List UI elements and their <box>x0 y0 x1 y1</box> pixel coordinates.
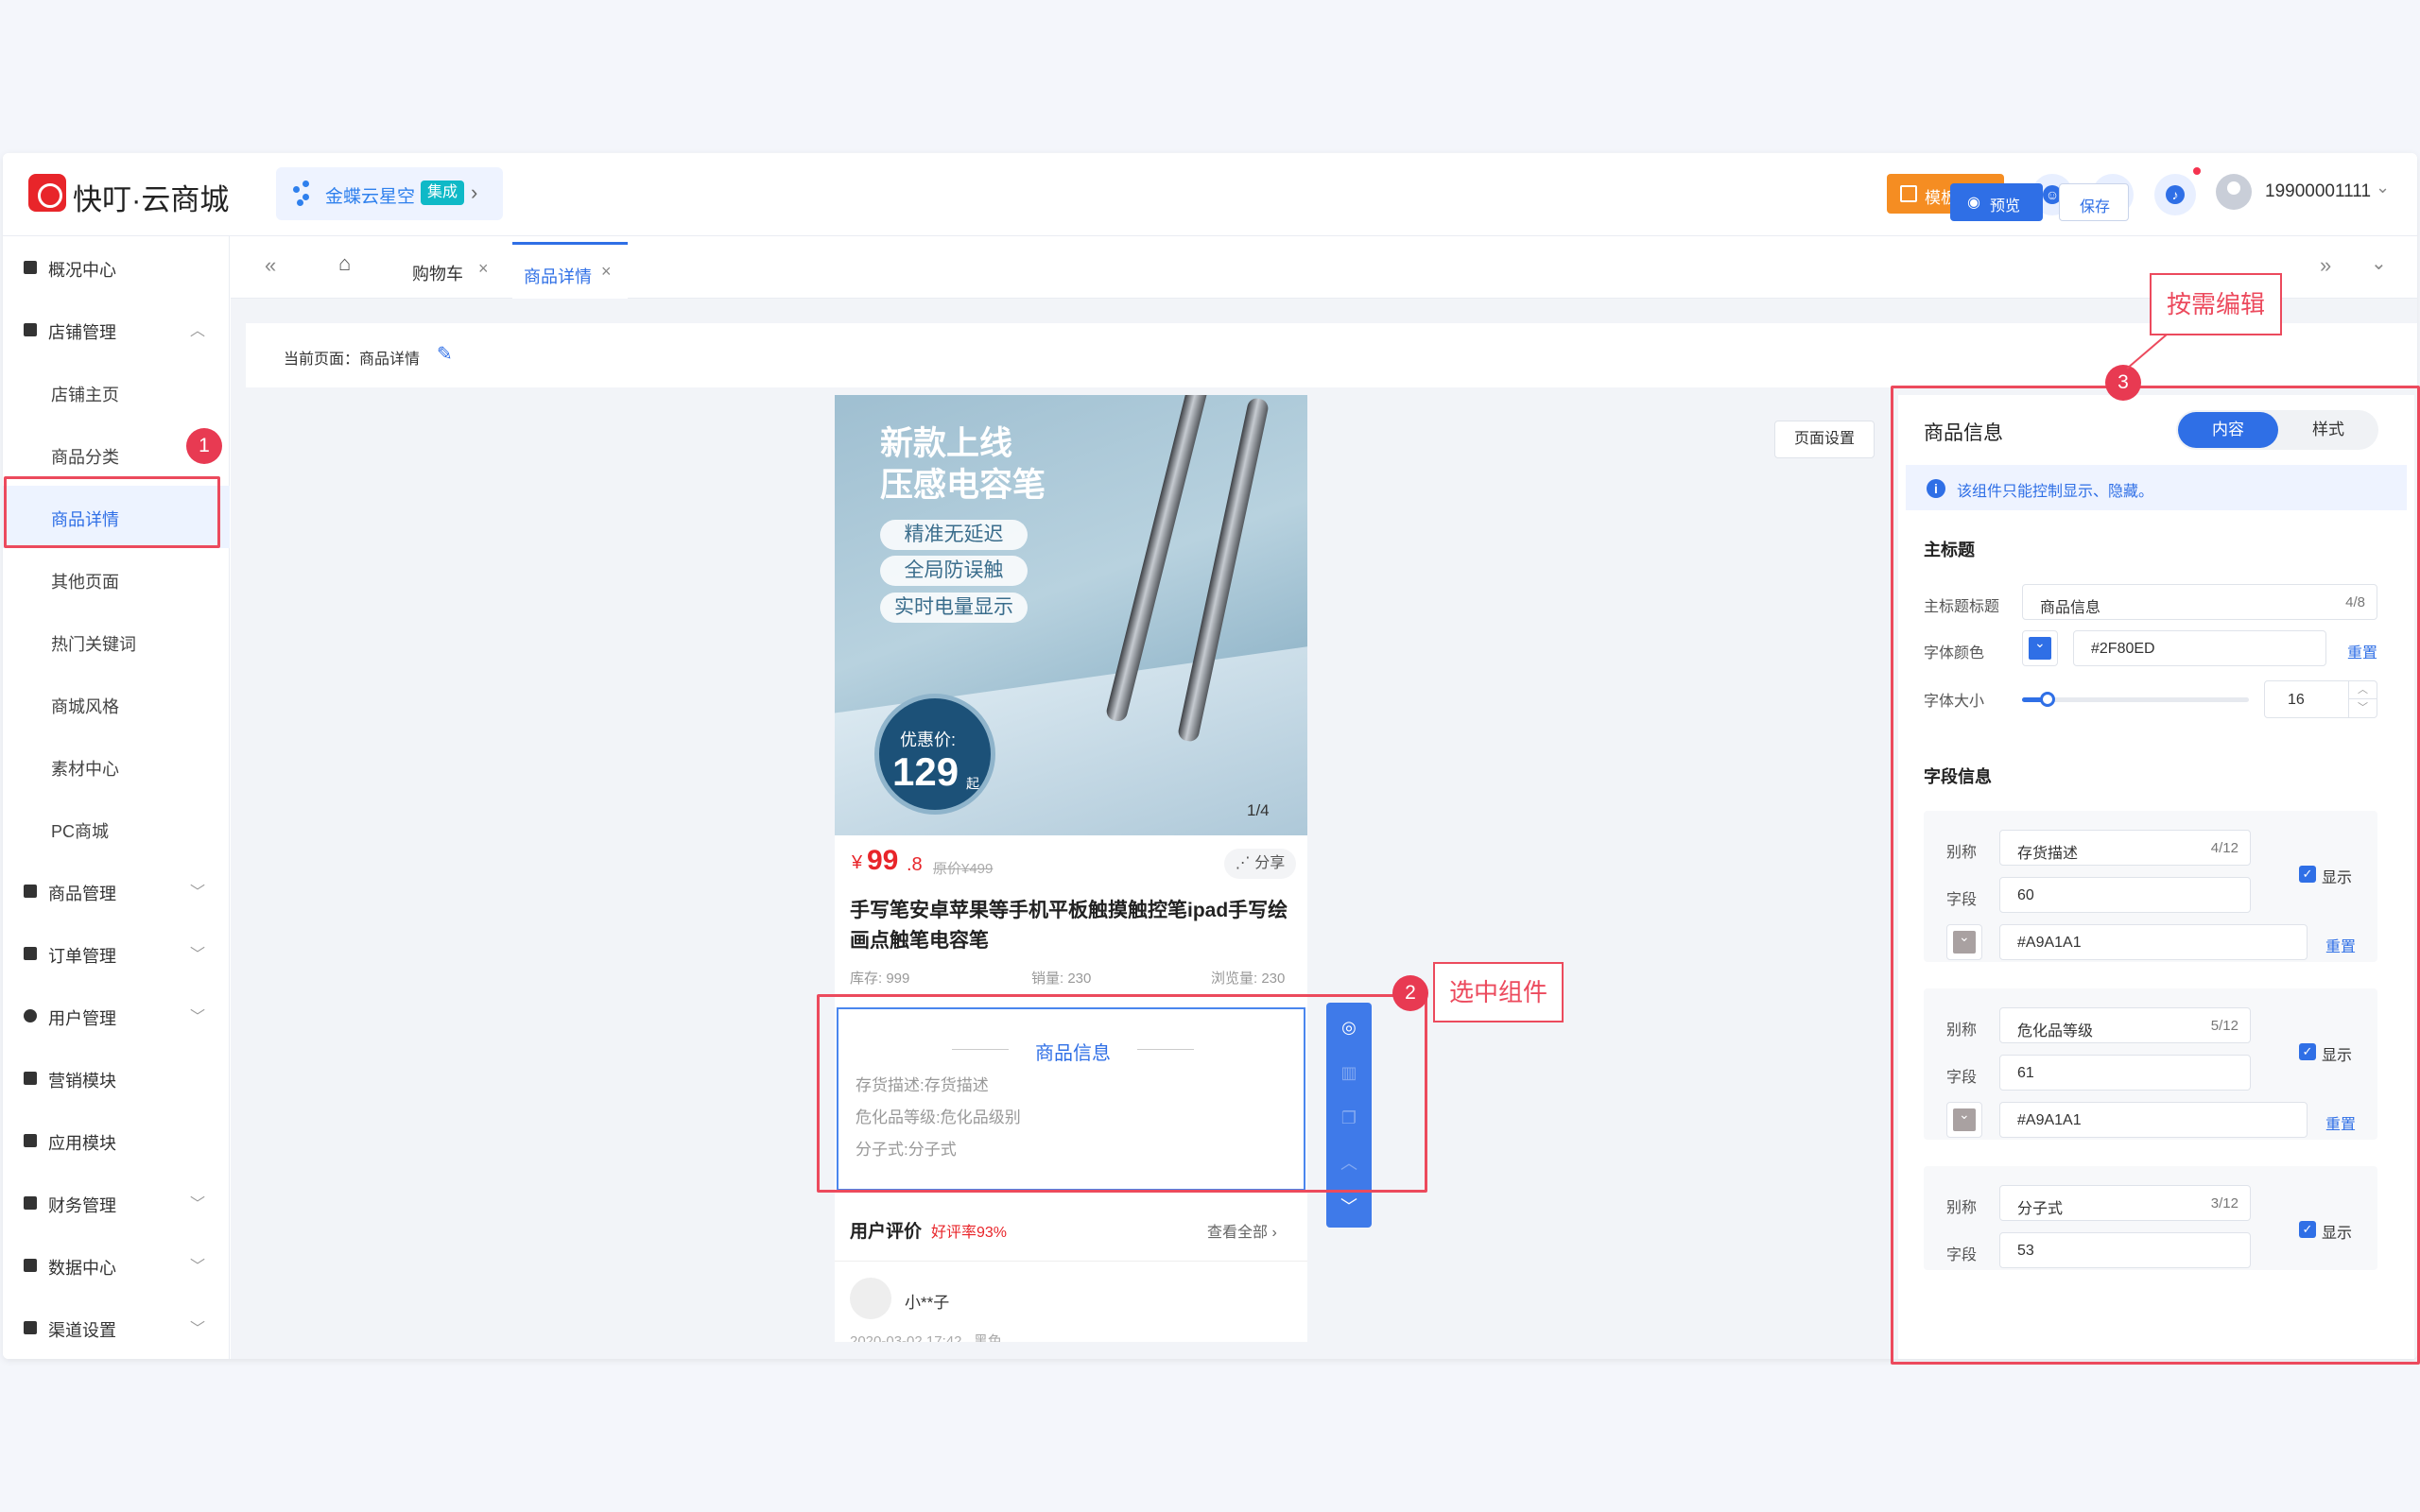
sidebar-sub-mall-style[interactable]: 商城风格 <box>3 673 230 735</box>
chevron-down-icon: ﹀ <box>190 1259 206 1275</box>
tab-bar: « ⌂ 购物车 × 商品详情 × » ⌄ <box>231 236 2417 299</box>
close-icon[interactable]: × <box>478 259 489 279</box>
avatar[interactable] <box>2216 174 2252 210</box>
positive-rate: 好评率93% <box>931 1225 1008 1241</box>
feature-pill: 实时电量显示 <box>880 593 1028 623</box>
highlight-box-settings <box>1891 386 2420 1365</box>
finance-icon <box>24 1196 37 1210</box>
sidebar-item-overview[interactable]: 概况中心 <box>3 236 230 299</box>
tab-cart[interactable]: 购物车 × <box>393 242 512 299</box>
user-name[interactable]: 19900001111 <box>2265 181 2371 202</box>
promo-price-badge: 优惠价: 129 起 <box>874 694 995 815</box>
briefcase-icon <box>24 885 37 898</box>
grid-icon <box>24 1134 37 1147</box>
preview-button[interactable]: ◉ 预览 <box>1950 183 2043 221</box>
highlight-box-product-detail <box>4 476 220 548</box>
brand-name: 快叮·云商城 <box>73 183 230 216</box>
tab-product-detail[interactable]: 商品详情 × <box>512 242 628 299</box>
feature-pill: 精准无延迟 <box>880 520 1028 550</box>
shop-icon <box>24 323 37 336</box>
sidebar-sub-material[interactable]: 素材中心 <box>3 735 230 798</box>
phone-preview: 新款上线 压感电容笔 精准无延迟 全局防误触 实时电量显示 优惠价: 129 起 … <box>835 395 1307 1342</box>
share-icon: ⋰ <box>1235 855 1255 871</box>
divider <box>835 1261 1307 1262</box>
save-button[interactable]: 保存 <box>2059 183 2129 221</box>
user-icon <box>24 1009 37 1022</box>
marketing-icon <box>24 1072 37 1085</box>
page-settings-button[interactable]: 页面设置 <box>1774 421 1875 458</box>
banner-pager: 1/4 <box>1247 801 1270 819</box>
chevron-right-icon: › <box>471 180 478 204</box>
sidebar-sub-shop-home[interactable]: 店铺主页 <box>3 361 230 423</box>
step-marker-2: 2 <box>1392 975 1428 1011</box>
sidebar-sub-pc-mall[interactable]: PC商城 <box>3 798 230 860</box>
sidebar-sub-hot-keywords[interactable]: 热门关键词 <box>3 610 230 673</box>
chevron-down-icon: ﹀ <box>190 1009 206 1025</box>
sidebar-sub-other-pages[interactable]: 其他页面 <box>3 548 230 610</box>
reviews-section: 用户评价 好评率93% 查看全部 › 小**子 2020-03-02 17:42… <box>835 1202 1307 1342</box>
top-header: 快叮·云商城 金蝶云星空 集成 › 模板市场 ☺ ? ♪ 19900001111… <box>3 153 2417 236</box>
lock-icon <box>24 261 37 274</box>
chevron-up-icon: ︿ <box>190 323 206 339</box>
chevron-down-icon: ﹀ <box>190 1196 206 1212</box>
sidebar-item-apps[interactable]: 应用模块 <box>3 1109 230 1172</box>
eye-icon: ◉ <box>1967 195 1980 211</box>
sidebar-item-users[interactable]: 用户管理 ﹀ <box>3 985 230 1047</box>
original-price: 原价¥499 <box>933 861 994 877</box>
bar-chart-icon <box>24 1259 37 1272</box>
reviewer-name: 小**子 <box>905 1294 950 1312</box>
template-icon <box>1900 185 1917 202</box>
list-icon <box>24 1321 37 1334</box>
sidebar-item-shop[interactable]: 店铺管理 ︿ <box>3 299 230 361</box>
arrow-down-icon[interactable]: ﹀ <box>1340 1197 1358 1216</box>
chevron-down-icon: ﹀ <box>190 947 206 963</box>
page-bar: 当前页面：商品详情 ✎ <box>246 323 2417 387</box>
sidebar-item-products[interactable]: 商品管理 ﹀ <box>3 860 230 922</box>
view-all-link[interactable]: 查看全部 › <box>1207 1219 1277 1242</box>
integration-label: 金蝶云星空 <box>325 187 416 207</box>
annotation-connector <box>2126 334 2168 369</box>
sidebar-item-channels[interactable]: 渠道设置 ﹀ <box>3 1297 230 1359</box>
home-icon[interactable]: ⌂ <box>338 251 351 276</box>
highlight-box-component <box>817 994 1427 1193</box>
product-title: 手写笔安卓苹果等手机平板触摸触控笔ipad手写绘画点触笔电容笔 <box>850 900 1288 952</box>
sidebar-item-marketing[interactable]: 营销模块 <box>3 1047 230 1109</box>
brand-logo-icon <box>28 174 66 212</box>
integration-icon <box>293 180 316 207</box>
step-marker-1: 1 <box>186 428 222 464</box>
bell-icon: ♪ <box>2166 185 2185 204</box>
sidebar-item-data[interactable]: 数据中心 ﹀ <box>3 1234 230 1297</box>
double-chevron-right-icon[interactable]: » <box>2320 253 2331 278</box>
chevron-down-icon[interactable]: ⌄ <box>2371 251 2387 275</box>
notification-button[interactable]: ♪ <box>2154 174 2196 215</box>
feature-pill: 全局防误触 <box>880 556 1028 586</box>
chevron-down-icon: ﹀ <box>190 1321 206 1337</box>
edit-icon[interactable]: ✎ <box>437 342 453 366</box>
label-select-component: 选中组件 <box>1433 962 1564 1022</box>
integration-switcher[interactable]: 金蝶云星空 集成 › <box>276 167 503 220</box>
clipboard-icon <box>24 947 37 960</box>
share-button[interactable]: ⋰ 分享 <box>1224 849 1296 879</box>
notification-dot <box>2193 167 2201 175</box>
avatar <box>850 1278 891 1319</box>
banner-title: 新款上线 压感电容笔 <box>880 425 1046 504</box>
close-icon[interactable]: × <box>601 262 612 282</box>
sidebar-item-finance[interactable]: 财务管理 ﹀ <box>3 1172 230 1234</box>
review-meta: 2020-03-02 17:42 黑色 <box>850 1333 1002 1342</box>
sidebar: 概况中心 店铺管理 ︿ 店铺主页 商品分类 商品详情 其他页面 热门关键词 商城… <box>3 236 230 1359</box>
chevron-down-icon[interactable]: ⌄ <box>2376 178 2390 198</box>
current-page-label: 当前页面：商品详情 <box>284 352 421 368</box>
price-row: ¥ 99 .8 原价¥499 ⋰ 分享 <box>835 835 1307 892</box>
chevron-right-icon: › <box>1271 1225 1277 1241</box>
sidebar-item-orders[interactable]: 订单管理 ﹀ <box>3 922 230 985</box>
double-chevron-left-icon[interactable]: « <box>265 253 276 278</box>
price: 99 <box>867 845 899 876</box>
product-banner[interactable]: 新款上线 压感电容笔 精准无延迟 全局防误触 实时电量显示 优惠价: 129 起 … <box>835 395 1307 835</box>
integration-tag: 集成 <box>421 180 465 205</box>
chevron-down-icon: ﹀ <box>190 885 206 901</box>
label-edit-as-needed: 按需编辑 <box>2150 273 2282 335</box>
